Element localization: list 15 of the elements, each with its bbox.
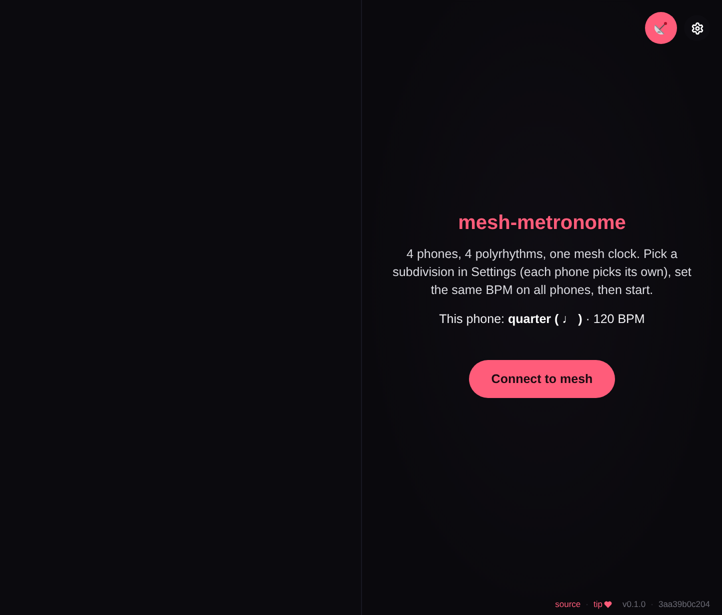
description-text: 4 phones, 4 polyrhythms, one mesh clock. Pick a subdivision in Settings (each phone picks its own), set the same BPM on all phones, then start. [392, 246, 692, 299]
tip-link[interactable]: tip [593, 599, 612, 609]
version-text: v0.1.0 [622, 599, 646, 609]
mesh-button[interactable] [645, 12, 677, 44]
heart-icon [604, 600, 612, 608]
source-link[interactable]: source [555, 599, 581, 609]
phone-info-text: This phone: quarter ( ♩ ) · 120 BPM [439, 311, 645, 328]
settings-button[interactable] [684, 15, 710, 41]
separator: · [650, 599, 654, 609]
version-text: 3aa39b0c204 [658, 599, 710, 609]
satellite-dish-icon [653, 20, 669, 36]
separator: · [586, 599, 588, 609]
connect-button[interactable]: Connect to mesh [469, 360, 615, 398]
settings-icon [690, 22, 704, 34]
app-title: mesh-metronome [458, 211, 626, 235]
